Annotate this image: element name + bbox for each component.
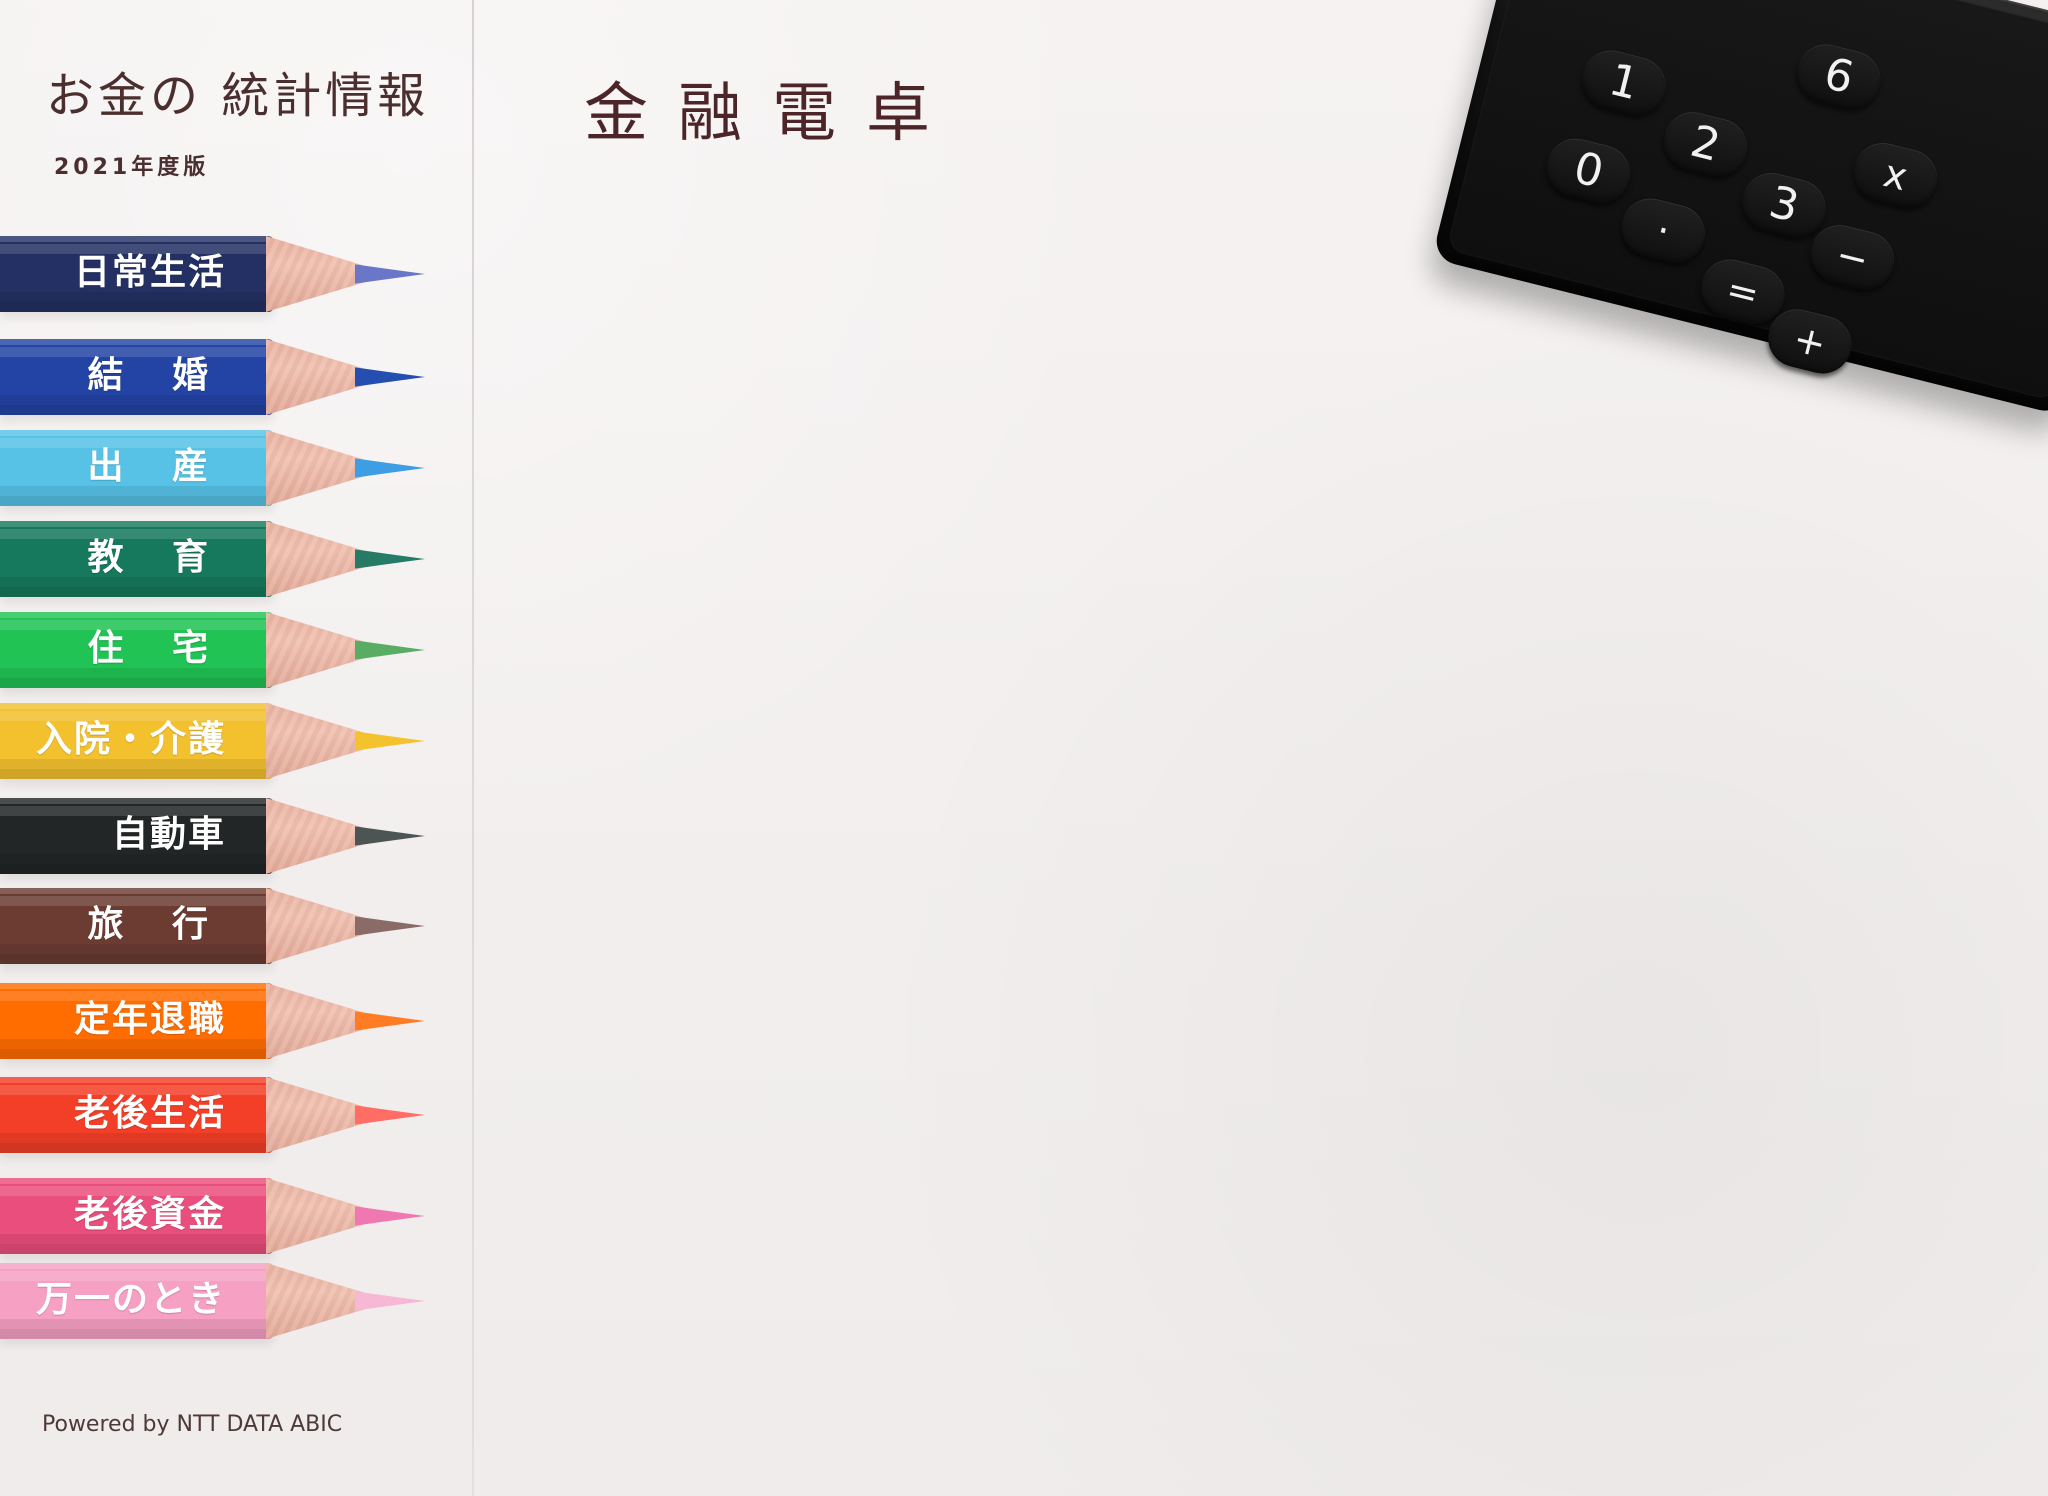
pencil-lead-retirement-funds (355, 1206, 425, 1226)
sidebar: お金の 統計情報 2021年度版 日常生活 結 婚 出 産 教 育 住 宅 入院… (0, 0, 472, 1496)
page-title: 金融電卓 (584, 77, 960, 151)
sidebar-item-travel[interactable]: 旅 行 (0, 881, 430, 973)
sidebar-item-hospital-care[interactable]: 入院・介護 (0, 696, 430, 788)
sidebar-item-marriage[interactable]: 結 婚 (0, 332, 430, 424)
pencil-lead-daily-life (355, 264, 425, 284)
pencil-lead-car (355, 826, 425, 846)
sidebar-item-label: 入院・介護 (35, 719, 226, 760)
brand-title: お金の 統計情報 (46, 68, 430, 124)
sidebar-item-label: 自動車 (111, 814, 226, 855)
sidebar-item-label: 教 育 (87, 537, 226, 578)
calculator-image: 6 1 2 3 x 0 · = − + (1431, 0, 2048, 416)
pencil-lead-emergency (355, 1291, 425, 1311)
sidebar-item-label: 旅 行 (87, 904, 226, 945)
sidebar-item-emergency[interactable]: 万一のとき (0, 1256, 430, 1348)
sidebar-item-label: 老後資金 (73, 1194, 226, 1235)
sidebar-item-label: 出 産 (87, 446, 226, 487)
sidebar-item-label: 日常生活 (73, 252, 226, 293)
sidebar-item-label: 老後生活 (73, 1093, 226, 1134)
sidebar-item-retirement[interactable]: 定年退職 (0, 976, 430, 1068)
sidebar-item-label: 定年退職 (73, 999, 226, 1040)
sidebar-item-label: 万一のとき (35, 1279, 226, 1320)
pencil-lead-education (355, 549, 425, 569)
pencil-lead-travel (355, 916, 425, 936)
pencil-lead-hospital-care (355, 731, 425, 751)
sidebar-item-retirement-life[interactable]: 老後生活 (0, 1070, 430, 1162)
sidebar-item-retirement-funds[interactable]: 老後資金 (0, 1171, 430, 1263)
sidebar-item-education[interactable]: 教 育 (0, 514, 430, 606)
sidebar-item-label: 結 婚 (87, 355, 226, 396)
brand-edition: 2021年度版 (54, 155, 210, 180)
sidebar-item-label: 住 宅 (87, 628, 226, 669)
powered-by-text: Powered by NTT DATA ABIC (42, 1412, 343, 1437)
pencil-lead-retirement-life (355, 1105, 425, 1125)
pencil-lead-childbirth (355, 458, 425, 478)
sidebar-item-daily-life[interactable]: 日常生活 (0, 229, 430, 321)
sidebar-item-car[interactable]: 自動車 (0, 791, 430, 883)
sidebar-divider (472, 0, 474, 1496)
sidebar-item-housing[interactable]: 住 宅 (0, 605, 430, 697)
sidebar-item-childbirth[interactable]: 出 産 (0, 423, 430, 515)
pencil-lead-marriage (355, 367, 425, 387)
pencil-lead-housing (355, 640, 425, 660)
pencil-lead-retirement (355, 1011, 425, 1031)
